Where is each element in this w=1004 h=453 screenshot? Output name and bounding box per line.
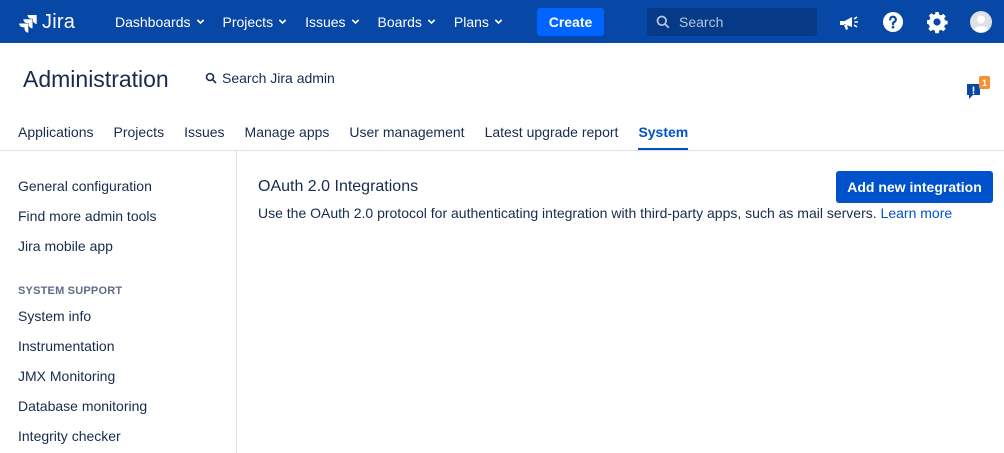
gear-icon-svg — [927, 12, 948, 34]
nav-label: Dashboards — [115, 13, 191, 30]
search-jira-admin-link[interactable]: Search Jira admin — [205, 70, 335, 86]
global-search[interactable] — [647, 8, 817, 36]
nav-label: Issues — [305, 13, 346, 30]
section-title: OAuth 2.0 Integrations — [258, 178, 419, 195]
chevron-down-icon — [351, 19, 359, 25]
sidebar-section-heading: SYSTEM SUPPORT — [18, 285, 123, 297]
main-nav: Dashboards Projects Issues Boards Plans — [106, 0, 512, 43]
description-text: Use the OAuth 2.0 protocol for authentic… — [258, 205, 877, 221]
chevron-down-icon — [494, 19, 503, 25]
help-icon-svg — [883, 12, 903, 32]
section-description: Use the OAuth 2.0 protocol for authentic… — [258, 205, 952, 221]
feedback-button[interactable]: 1 — [966, 76, 992, 102]
tab-applications[interactable]: Applications — [18, 118, 94, 150]
search-icon — [656, 15, 670, 29]
tab-projects[interactable]: Projects — [114, 118, 165, 150]
tab-system[interactable]: System — [638, 118, 689, 150]
jira-logo[interactable]: Jira — [18, 11, 75, 34]
learn-more-link[interactable]: Learn more — [881, 205, 953, 221]
jira-logo-icon — [19, 14, 37, 33]
megaphone-icon[interactable] — [837, 10, 861, 34]
nav-dashboards[interactable]: Dashboards — [106, 0, 214, 43]
sidebar-item-find-more-admin-tools[interactable]: Find more admin tools — [18, 208, 157, 224]
tab-latest-upgrade-report[interactable]: Latest upgrade report — [485, 118, 619, 150]
megaphone-icon-svg — [840, 16, 858, 30]
top-navigation-bar: Jira Dashboards Projects Issues Boards P… — [0, 0, 1004, 43]
nav-label: Projects — [222, 13, 274, 30]
sidebar: General configuration Find more admin to… — [0, 151, 237, 453]
nav-label: Plans — [453, 13, 489, 30]
nav-plans[interactable]: Plans — [445, 0, 512, 43]
sidebar-item-system-info[interactable]: System info — [18, 308, 91, 324]
chevron-down-icon — [196, 19, 204, 25]
sidebar-item-database-monitoring[interactable]: Database monitoring — [18, 398, 147, 414]
add-new-integration-button[interactable]: Add new integration — [836, 171, 993, 203]
search-icon — [205, 72, 217, 84]
nav-projects[interactable]: Projects — [214, 0, 297, 43]
sidebar-item-jira-mobile-app[interactable]: Jira mobile app — [18, 238, 113, 254]
sidebar-item-instrumentation[interactable]: Instrumentation — [18, 338, 115, 354]
avatar-icon-svg — [970, 11, 992, 33]
nav-boards[interactable]: Boards — [369, 0, 445, 43]
admin-tabs: Applications Projects Issues Manage apps… — [18, 118, 708, 150]
settings-gear-icon[interactable] — [925, 10, 949, 34]
help-icon[interactable] — [881, 10, 905, 34]
sidebar-item-jmx-monitoring[interactable]: JMX Monitoring — [18, 368, 115, 384]
nav-issues[interactable]: Issues — [296, 0, 368, 43]
tab-issues[interactable]: Issues — [184, 118, 224, 150]
user-avatar-icon[interactable] — [969, 10, 993, 34]
create-button[interactable]: Create — [537, 8, 604, 36]
tab-user-management[interactable]: User management — [349, 118, 464, 150]
tab-manage-apps[interactable]: Manage apps — [245, 118, 330, 150]
notification-badge: 1 — [979, 76, 990, 89]
sidebar-item-integrity-checker[interactable]: Integrity checker — [18, 428, 121, 444]
chevron-down-icon — [427, 19, 436, 25]
nav-label: Boards — [377, 13, 422, 30]
page-title: Administration — [23, 66, 169, 92]
search-input[interactable] — [679, 14, 809, 30]
chevron-down-icon — [278, 19, 287, 25]
logo-text: Jira — [42, 11, 76, 33]
admin-search-label: Search Jira admin — [222, 70, 335, 86]
sidebar-item-general-configuration[interactable]: General configuration — [18, 178, 152, 194]
